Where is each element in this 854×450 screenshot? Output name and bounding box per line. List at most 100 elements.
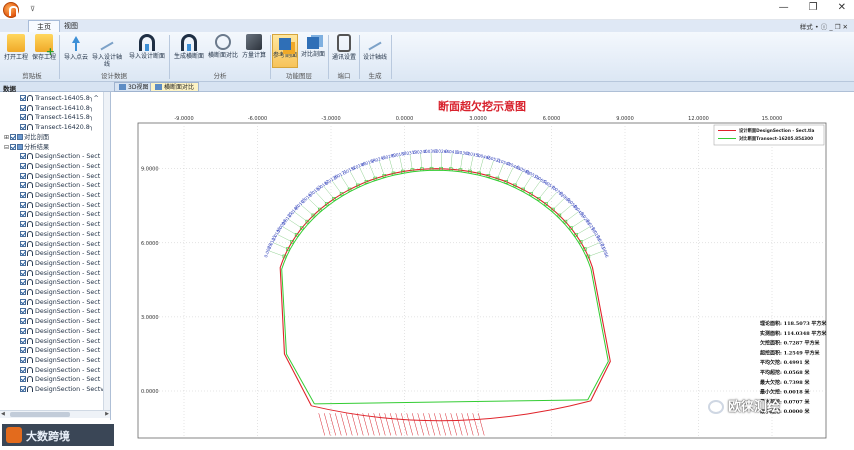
tree-item-analysis-results[interactable]: ⊟ 分析结果 [4,143,49,153]
tree-checkbox[interactable] [20,337,26,344]
tree-item-design-section[interactable]: DesignSection - Sect [20,259,100,269]
tree-item-design-section[interactable]: DesignSection - Sect [20,298,100,308]
generate-transect-button[interactable]: 生成横断面 [172,34,206,68]
section-compare-view[interactable]: 断面超欠挖示意图 -9.0000 -6.0000 -3.0000 0.0000 3.000… [114,93,850,445]
tree-item-design-section[interactable]: DesignSection - Sect [20,317,100,327]
tree-item-transect[interactable]: Transect-16405.8╮^ [20,94,99,104]
tree-item-label: DesignSection - Sect [35,221,101,229]
tree-item-transect[interactable]: Transect-16415.8╮ [20,113,94,123]
tree-item-design-section[interactable]: DesignSection - Sect [20,327,100,337]
app-logo-icon[interactable] [3,2,19,18]
tree-item-design-section[interactable]: DesignSection - Sect [20,191,100,201]
tree-horizontal-scrollbar[interactable]: ◀ ▶ [0,410,110,418]
tree-checkbox[interactable] [20,347,26,354]
tree-item-design-section[interactable]: DesignSection - Sect [20,201,100,211]
volume-calc-button[interactable]: 方量计算 [240,34,268,68]
open-project-button[interactable]: 打开工程 [3,34,29,68]
ribbon: 打开工程 保存工程 导入点云 导入设计轴线 导入设计断面 生成横断面 横断面对比… [0,32,854,82]
tree-item-design-section[interactable]: DesignSection - Sect [20,278,100,288]
tree-item-design-section[interactable]: DesignSection - Sect [20,288,100,298]
tree-vertical-scrollbar[interactable] [103,92,110,410]
tree-checkbox[interactable] [20,279,26,286]
tree-item-design-section[interactable]: DesignSection - Sect [20,356,100,366]
tree-item-contrast-section[interactable]: ⊞ 对比剖面 [4,133,49,143]
restore-button[interactable]: ❐ [809,2,818,13]
tree-checkbox[interactable] [20,104,26,111]
tree-checkbox[interactable] [20,114,26,121]
tree-checkbox[interactable] [20,327,26,334]
tree-item-design-section[interactable]: DesignSection - Sect [20,181,100,191]
tree-checkbox[interactable] [20,153,26,160]
tree-item-transect[interactable]: Transect-16420.8╮ [20,123,94,133]
tree-checkbox[interactable] [20,318,26,325]
group-label-port: 端口 [337,72,351,80]
compare-transect-button[interactable]: 横断面对比 [206,34,240,68]
arch-section-icon [27,318,33,325]
tree-item-label: 对比剖面 [24,133,50,141]
tree-checkbox[interactable] [20,250,26,257]
group-label-clipboard: 剪贴板 [22,72,42,80]
tree-item-design-section[interactable]: DesignSection - Sect [20,162,100,172]
tree-checkbox[interactable] [20,386,26,392]
tree-item-label: DesignSection - Sect [35,347,101,355]
scroll-left-icon[interactable]: ◀ [1,411,5,417]
contrast-section-button[interactable]: 对比剖面 [300,34,326,68]
save-project-button[interactable]: 保存工程 [31,34,57,68]
tree-checkbox[interactable] [20,366,26,373]
style-menu[interactable]: 样式 • ⓘ _ ❐ ✕ [800,21,848,31]
section-chart[interactable]: 断面超欠挖示意图 -9.0000 -6.0000 -3.0000 0.0000 3.000… [114,93,850,445]
tree-checkbox[interactable] [20,298,26,305]
tree-checkbox[interactable] [20,230,26,237]
import-design-section-button[interactable]: 导入设计断面 [127,34,167,68]
tree-checkbox[interactable] [20,211,26,218]
tab-view[interactable]: 视图 [56,20,86,32]
tree-checkbox[interactable] [20,308,26,315]
import-pointcloud-button[interactable]: 导入点云 [62,34,90,68]
tree-item-design-section[interactable]: DesignSection - Sect [20,337,100,347]
tree-item-design-section[interactable]: DesignSection - Sect [20,346,100,356]
tree-checkbox[interactable] [20,182,26,189]
tree-item-design-section[interactable]: DesignSection - Sect [20,230,100,240]
scroll-right-icon[interactable]: ▶ [105,411,109,417]
scrollbar-thumb[interactable] [10,412,70,417]
tree-checkbox[interactable] [20,172,26,179]
tree-checkbox[interactable] [20,95,26,101]
tree-checkbox[interactable] [20,124,26,131]
tab-section-compare[interactable]: 横断面对比 [150,82,200,92]
tree-checkbox[interactable] [20,356,26,363]
tree-item-design-section[interactable]: DesignSection - Sect [20,307,100,317]
minimize-button[interactable]: — [779,2,789,13]
tree-checkbox[interactable] [20,376,26,383]
quick-access-dropdown-icon[interactable]: ⊽ [30,5,35,13]
tree-item-design-section[interactable]: DesignSection - Sect [20,210,100,220]
import-design-axis-button[interactable]: 导入设计轴线 [90,34,124,68]
comm-settings-button[interactable]: 通讯设置 [331,34,357,68]
tree-item-design-section[interactable]: DesignSection - Sect [20,172,100,182]
close-button[interactable]: ✕ [838,2,846,13]
group-label-design-data: 设计数据 [101,72,127,80]
tree-checkbox[interactable] [20,192,26,198]
tree-checkbox[interactable] [20,240,26,247]
design-axis-button[interactable]: 设计轴线 [361,34,389,68]
reference-section-button[interactable]: 参考剖面 [272,34,298,68]
tree-item-design-section[interactable]: DesignSection - Sect [20,220,100,230]
tree-checkbox[interactable] [20,201,26,208]
tree-item-design-section[interactable]: DesignSection - Sect [20,375,100,385]
tree-checkbox[interactable] [10,133,16,140]
tab-3d-view[interactable]: 3D视图 [114,82,154,92]
tree-checkbox[interactable] [20,221,26,228]
tree-item-transect[interactable]: Transect-16410.8╮ [20,104,94,114]
tree-item-design-section[interactable]: DesignSection - Sect [20,366,100,376]
tree-checkbox[interactable] [20,289,26,295]
tree-checkbox[interactable] [10,143,16,150]
tree-item-design-section[interactable]: DesignSection - Sect [20,152,100,162]
tree-checkbox[interactable] [20,259,26,266]
tree-item-design-section[interactable]: DesignSection - Sect [20,249,100,259]
tree-item-design-section[interactable]: DesignSection - Sect [20,240,100,250]
tree-item-design-section[interactable]: DesignSection - Sect [20,269,100,279]
tree-item-design-section[interactable]: DesignSection - Sectv [20,385,104,395]
tree-checkbox[interactable] [20,162,26,169]
tree-checkbox[interactable] [20,269,26,276]
x-tick-label: 3.0000 [469,116,487,122]
design-axis-label: 设计轴线 [362,54,387,61]
